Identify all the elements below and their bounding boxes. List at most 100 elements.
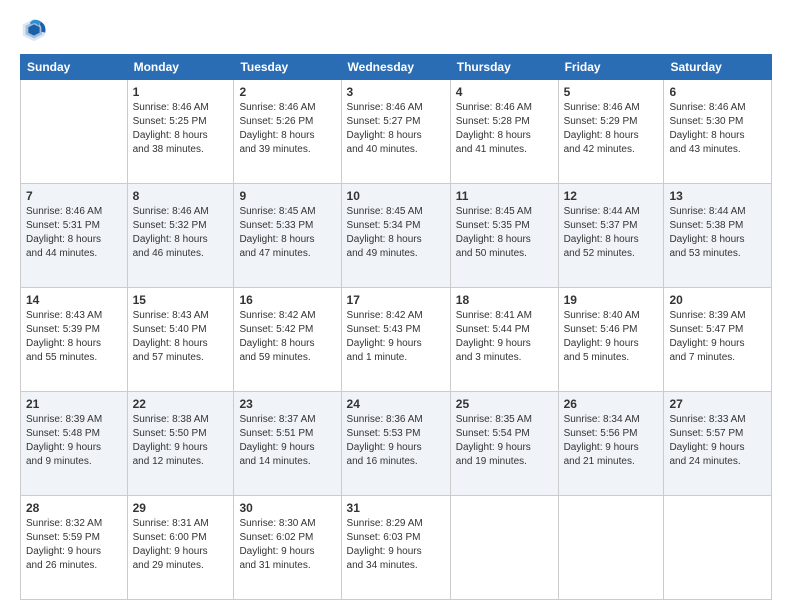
sunrise: Sunrise: 8:40 AM	[564, 310, 640, 321]
daylight-line1: Daylight: 8 hours	[239, 130, 314, 141]
day-number: 16	[239, 292, 335, 308]
day-info: Sunrise: 8:46 AMSunset: 5:28 PMDaylight:…	[456, 101, 553, 157]
daylight-line1: Daylight: 9 hours	[347, 546, 422, 557]
calendar-cell: 21Sunrise: 8:39 AMSunset: 5:48 PMDayligh…	[21, 392, 128, 496]
daylight-line2: and 49 minutes.	[347, 248, 418, 259]
day-info: Sunrise: 8:46 AM Sunset: 5:25 PM Daylight:…	[133, 101, 229, 157]
sunset: Sunset: 5:40 PM	[133, 324, 207, 335]
sunset: Sunset: 5:54 PM	[456, 428, 530, 439]
day-info: Sunrise: 8:44 AMSunset: 5:37 PMDaylight:…	[564, 205, 659, 261]
daylight-line2: and 31 minutes.	[239, 560, 310, 571]
day-number: 21	[26, 396, 122, 412]
calendar-cell	[664, 496, 772, 600]
day-number: 8	[133, 188, 229, 204]
sunrise: Sunrise: 8:43 AM	[133, 310, 209, 321]
calendar-table: SundayMondayTuesdayWednesdayThursdayFrid…	[20, 54, 772, 600]
daylight-line2: and 52 minutes.	[564, 248, 635, 259]
sunrise: Sunrise: 8:46 AM	[133, 102, 209, 113]
calendar-cell: 30Sunrise: 8:30 AMSunset: 6:02 PMDayligh…	[234, 496, 341, 600]
daylight-line1: Daylight: 9 hours	[456, 442, 531, 453]
calendar-header-saturday: Saturday	[664, 55, 772, 80]
daylight-line1: Daylight: 9 hours	[239, 442, 314, 453]
daylight-line1: Daylight: 8 hours	[239, 338, 314, 349]
calendar-cell: 11Sunrise: 8:45 AMSunset: 5:35 PMDayligh…	[450, 184, 558, 288]
sunset: Sunset: 5:47 PM	[669, 324, 743, 335]
day-number: 27	[669, 396, 766, 412]
day-number: 26	[564, 396, 659, 412]
day-number: 9	[239, 188, 335, 204]
calendar-header-tuesday: Tuesday	[234, 55, 341, 80]
day-info: Sunrise: 8:46 AMSunset: 5:26 PMDaylight:…	[239, 101, 335, 157]
calendar-header-thursday: Thursday	[450, 55, 558, 80]
day-number: 4	[456, 84, 553, 100]
sunrise: Sunrise: 8:45 AM	[456, 206, 532, 217]
calendar-cell	[558, 496, 664, 600]
calendar-week-4: 21Sunrise: 8:39 AMSunset: 5:48 PMDayligh…	[21, 392, 772, 496]
day-info: Sunrise: 8:46 AMSunset: 5:29 PMDaylight:…	[564, 101, 659, 157]
day-info: Sunrise: 8:46 AMSunset: 5:30 PMDaylight:…	[669, 101, 766, 157]
calendar-header-monday: Monday	[127, 55, 234, 80]
calendar-cell: 8Sunrise: 8:46 AMSunset: 5:32 PMDaylight…	[127, 184, 234, 288]
sunset: Sunset: 5:31 PM	[26, 220, 100, 231]
daylight-line1: Daylight: 9 hours	[26, 442, 101, 453]
sunset: Sunset: 5:25 PM	[133, 116, 207, 127]
daylight-line1: Daylight: 8 hours	[347, 130, 422, 141]
day-info: Sunrise: 8:44 AMSunset: 5:38 PMDaylight:…	[669, 205, 766, 261]
daylight-line2: and 40 minutes.	[347, 144, 418, 155]
daylight-line2: and 7 minutes.	[669, 352, 735, 363]
sunrise: Sunrise: 8:33 AM	[669, 414, 745, 425]
sunrise: Sunrise: 8:31 AM	[133, 518, 209, 529]
daylight-line1: Daylight: 9 hours	[564, 442, 639, 453]
day-info: Sunrise: 8:34 AM Sunset: 5:56 PM Daylight:…	[564, 413, 659, 469]
calendar-header-sunday: Sunday	[21, 55, 128, 80]
sunset: Sunset: 5:30 PM	[669, 116, 743, 127]
sunrise: Sunrise: 8:46 AM	[347, 102, 423, 113]
daylight-line2: and 16 minutes.	[347, 456, 418, 467]
day-number: 5	[564, 84, 659, 100]
sunrise: Sunrise: 8:46 AM	[669, 102, 745, 113]
sunrise: Sunrise: 8:32 AM	[26, 518, 102, 529]
sunset: Sunset: 5:53 PM	[347, 428, 421, 439]
sunset: Sunset: 5:56 PM	[564, 428, 638, 439]
calendar-header-wednesday: Wednesday	[341, 55, 450, 80]
daylight-line1: Daylight: 8 hours	[133, 130, 208, 141]
sunrise: Sunrise: 8:34 AM	[564, 414, 640, 425]
day-number: 6	[669, 84, 766, 100]
sunset: Sunset: 5:27 PM	[347, 116, 421, 127]
calendar-cell: 9Sunrise: 8:45 AMSunset: 5:33 PMDaylight…	[234, 184, 341, 288]
day-info: Sunrise: 8:46 AM Sunset: 5:27 PM Daylight:…	[347, 101, 445, 157]
calendar-cell: 5Sunrise: 8:46 AMSunset: 5:29 PMDaylight…	[558, 80, 664, 184]
calendar-cell: 27 Sunrise: 8:33 AM Sunset: 5:57 PM Dayligh…	[664, 392, 772, 496]
day-number: 15	[133, 292, 229, 308]
daylight-line2: and 39 minutes.	[239, 144, 310, 155]
sunset: Sunset: 5:57 PM	[669, 428, 743, 439]
day-info: Sunrise: 8:43 AM Sunset: 5:39 PM Daylight:…	[26, 309, 122, 365]
daylight-line1: Daylight: 8 hours	[26, 338, 101, 349]
calendar-cell: 15Sunrise: 8:43 AMSunset: 5:40 PMDayligh…	[127, 288, 234, 392]
calendar-cell: 10Sunrise: 8:45 AMSunset: 5:34 PMDayligh…	[341, 184, 450, 288]
sunset: Sunset: 5:59 PM	[26, 532, 100, 543]
calendar-cell: 28Sunrise: 8:32 AMSunset: 5:59 PMDayligh…	[21, 496, 128, 600]
daylight-line1: Daylight: 9 hours	[669, 442, 744, 453]
calendar-cell: 19Sunrise: 8:40 AMSunset: 5:46 PMDayligh…	[558, 288, 664, 392]
daylight-line2: and 57 minutes.	[133, 352, 204, 363]
daylight-line1: Daylight: 8 hours	[669, 234, 744, 245]
day-info: Sunrise: 8:39 AMSunset: 5:48 PMDaylight:…	[26, 413, 122, 469]
daylight-line2: and 24 minutes.	[669, 456, 740, 467]
daylight-line1: Daylight: 8 hours	[133, 234, 208, 245]
day-number: 22	[133, 396, 229, 412]
daylight-line1: Daylight: 9 hours	[669, 338, 744, 349]
daylight-line2: and 38 minutes.	[133, 144, 204, 155]
sunset: Sunset: 5:42 PM	[239, 324, 313, 335]
calendar-cell: 13Sunrise: 8:44 AMSunset: 5:38 PMDayligh…	[664, 184, 772, 288]
day-info: Sunrise: 8:33 AM Sunset: 5:57 PM Daylight:…	[669, 413, 766, 469]
daylight-line1: Daylight: 8 hours	[26, 234, 101, 245]
sunrise: Sunrise: 8:29 AM	[347, 518, 423, 529]
daylight-line2: and 26 minutes.	[26, 560, 97, 571]
sunrise: Sunrise: 8:43 AM	[26, 310, 102, 321]
sunset: Sunset: 5:26 PM	[239, 116, 313, 127]
daylight-line2: and 47 minutes.	[239, 248, 310, 259]
day-info: Sunrise: 8:40 AMSunset: 5:46 PMDaylight:…	[564, 309, 659, 365]
daylight-line2: and 42 minutes.	[564, 144, 635, 155]
sunset: Sunset: 5:39 PM	[26, 324, 100, 335]
